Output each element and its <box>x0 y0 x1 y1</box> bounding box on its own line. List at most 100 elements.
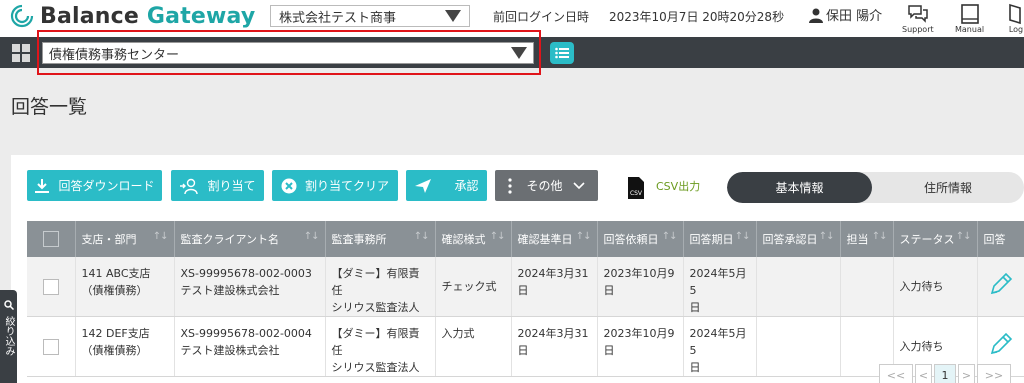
filter-side-tab[interactable]: 絞り込み <box>0 290 17 383</box>
firm-cell: 【ダミー】有限責任 シリウス監査法人 <box>325 257 436 317</box>
csv-export-label: CSV出力 <box>656 180 701 193</box>
request-date-cell: 2023年10月9 日 <box>597 257 684 317</box>
col-client-label: 監査クライアント名 <box>180 233 280 246</box>
other-menu-button[interactable]: その他 <box>495 170 598 201</box>
col-owner-label: 担当 <box>846 233 869 246</box>
status-cell: 入力待ち <box>893 257 978 317</box>
due-date-cell: 2024年5月5 日 <box>683 316 757 377</box>
assign-button[interactable]: 割り当て <box>171 170 264 201</box>
col-due-date[interactable]: 回答期日 ↑↓ <box>683 221 757 257</box>
page-prev-button[interactable]: < <box>915 364 932 383</box>
col-branch[interactable]: 支店・部門 ↑↓ <box>75 221 175 257</box>
logo-mark-icon <box>10 4 34 28</box>
info-tabs: 基本情報 住所情報 <box>727 172 1024 203</box>
csv-export-button[interactable]: CSV CSV出力 <box>626 176 700 200</box>
col-base-date[interactable]: 確認基準日 ↑↓ <box>511 221 598 257</box>
page-next-button[interactable]: > <box>958 364 975 383</box>
assign-user-icon <box>180 178 199 194</box>
form-cell: 入力式 <box>435 316 512 377</box>
other-menu-label: その他 <box>526 179 563 193</box>
support-chat-icon <box>908 5 928 23</box>
last-login-value: 2023年10月7日 20時20分28秒 <box>609 10 785 24</box>
col-status-label: ステータス <box>899 233 955 246</box>
col-answer: 回答 <box>977 221 1024 257</box>
select-all-cell <box>27 221 76 257</box>
col-request-date[interactable]: 回答依頼日 ↑↓ <box>597 221 684 257</box>
logout-label: Log <box>1008 25 1024 34</box>
page-title: 回答一覧 <box>11 96 88 118</box>
client-cell: XS-99995678-002-0004 テスト建設株式会社 <box>174 316 326 377</box>
office-select[interactable]: 債権債務事務センター <box>42 42 534 64</box>
branch-cell: 141 ABC支店 （債権債務） <box>75 257 175 317</box>
brand-logo[interactable]: Balance Gateway <box>10 2 255 30</box>
edit-pencil-icon[interactable] <box>988 331 1014 357</box>
sort-icon: ↑↓ <box>575 231 592 242</box>
assign-clear-label: 割り当てクリア <box>304 179 389 193</box>
form-cell: チェック式 <box>435 257 512 317</box>
sort-icon: ↑↓ <box>489 231 506 242</box>
base-date-cell: 2024年3月31 日 <box>511 257 598 317</box>
manual-label: Manual <box>955 25 985 34</box>
send-paper-plane-icon <box>415 178 432 193</box>
select-all-checkbox[interactable] <box>42 231 59 247</box>
approve-button[interactable]: 承認 <box>406 170 487 201</box>
user-icon <box>809 8 823 23</box>
firm-cell: 【ダミー】有限責任 シリウス監査法人 <box>325 316 436 377</box>
branch-cell: 142 DEF支店 （債権債務） <box>75 316 175 377</box>
row-select-cell <box>27 257 76 317</box>
download-answers-button[interactable]: 回答ダウンロード <box>27 170 162 201</box>
brand-name: Balance Gateway <box>40 3 256 29</box>
support-link[interactable]: Support <box>902 3 934 34</box>
col-due-date-label: 回答期日 <box>689 233 734 246</box>
sort-icon: ↑↓ <box>734 231 751 242</box>
page-first-button[interactable]: << <box>879 364 913 383</box>
csv-file-icon: CSV <box>628 177 644 199</box>
col-answer-label: 回答 <box>983 233 1006 246</box>
office-select-value: 債権債務事務センター <box>49 47 180 63</box>
list-menu-button[interactable] <box>550 42 574 64</box>
pagination: << < 1 > >> <box>879 364 1013 383</box>
request-date-cell: 2023年10月9 日 <box>597 316 684 377</box>
last-login-label: 前回ログイン日時 <box>493 10 590 24</box>
app-grid-icon[interactable] <box>12 44 30 62</box>
col-firm[interactable]: 監査事務所 ↑↓ <box>325 221 436 257</box>
sort-icon: ↑↓ <box>818 231 835 242</box>
manual-link[interactable]: Manual <box>955 3 984 34</box>
col-approved-date[interactable]: 回答承認日 ↑↓ <box>756 221 841 257</box>
tab-basic-info[interactable]: 基本情報 <box>727 172 872 203</box>
company-select[interactable]: 株式会社テスト商事 <box>270 5 470 27</box>
row-checkbox[interactable] <box>42 339 59 355</box>
page-current[interactable]: 1 <box>934 364 956 383</box>
support-label: Support <box>902 25 934 34</box>
user-menu[interactable]: 保田 陽介 <box>808 5 882 24</box>
owner-cell <box>840 257 894 317</box>
col-form-label: 確認様式 <box>441 233 486 246</box>
assign-label: 割り当て <box>207 179 256 193</box>
chevron-down-icon <box>511 47 527 59</box>
csv-file-icon-text: CSV <box>630 190 643 197</box>
row-select-cell <box>27 316 76 377</box>
search-icon <box>3 300 14 310</box>
col-owner[interactable]: 担当 ↑↓ <box>840 221 894 257</box>
sort-icon: ↑↓ <box>871 231 888 242</box>
col-approved-date-label: 回答承認日 <box>762 233 818 246</box>
logout-link[interactable]: Log <box>1008 3 1024 34</box>
edit-pencil-icon[interactable] <box>988 271 1014 297</box>
assign-clear-button[interactable]: 割り当てクリア <box>272 170 398 201</box>
col-status[interactable]: ステータス ↑↓ <box>893 221 978 257</box>
download-answers-label: 回答ダウンロード <box>58 179 155 193</box>
clear-circle-icon <box>281 178 297 193</box>
logout-door-icon <box>1009 3 1021 25</box>
answer-cell <box>977 257 1024 317</box>
table-row[interactable]: 142 DEF支店 （債権債務） XS-99995678-002-0004 テスト建… <box>27 316 1024 377</box>
tab-address-info[interactable]: 住所情報 <box>872 172 1024 203</box>
col-base-date-label: 確認基準日 <box>517 233 573 246</box>
page-last-button[interactable]: >> <box>977 364 1011 383</box>
col-form[interactable]: 確認様式 ↑↓ <box>435 221 512 257</box>
sort-icon: ↑↓ <box>303 231 320 242</box>
sort-icon: ↑↓ <box>413 231 430 242</box>
col-client[interactable]: 監査クライアント名 ↑↓ <box>174 221 326 257</box>
table-header-row: 支店・部門 ↑↓ 監査クライアント名 ↑↓ 監査事務所 ↑↓ 確認様式 ↑↓ 確認基準日… <box>27 221 1024 257</box>
row-checkbox[interactable] <box>42 279 59 295</box>
table-row[interactable]: 141 ABC支店 （債権債務） XS-99995678-002-0003 テスト建… <box>27 257 1024 317</box>
